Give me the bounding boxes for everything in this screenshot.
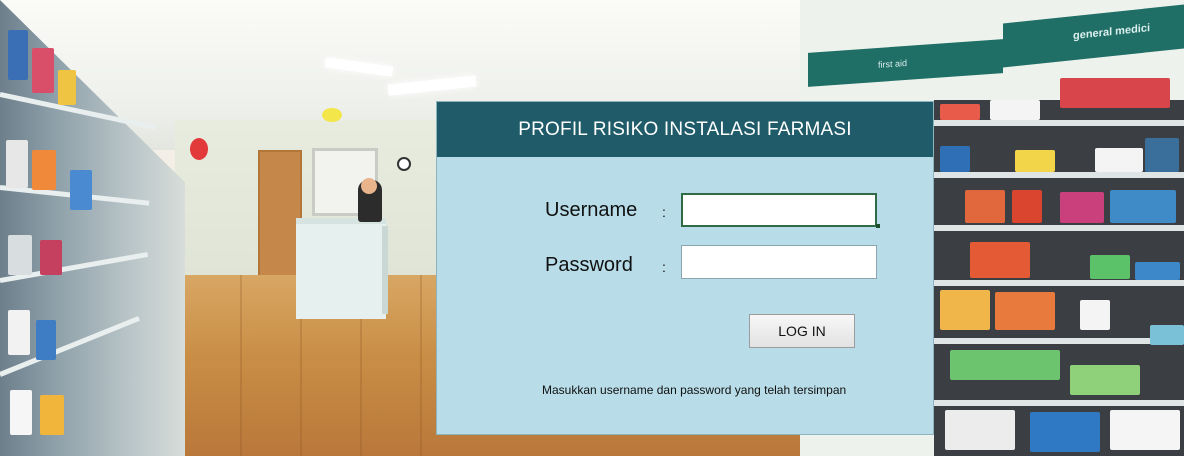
sign-text: general medici bbox=[1073, 22, 1151, 43]
product-box bbox=[36, 320, 56, 360]
sign-text: first aid bbox=[878, 57, 908, 70]
wall-clock-icon bbox=[397, 157, 411, 171]
product-box bbox=[940, 146, 970, 172]
product-box bbox=[40, 240, 62, 275]
product-box bbox=[1110, 190, 1176, 223]
login-hint-text: Masukkan username dan password yang tela… bbox=[542, 383, 847, 397]
yellow-lamp bbox=[322, 108, 342, 122]
shelf-board bbox=[934, 400, 1184, 406]
product-box bbox=[1015, 150, 1055, 172]
shelf-board bbox=[934, 338, 1184, 344]
product-box bbox=[1030, 412, 1100, 452]
product-box bbox=[995, 292, 1055, 330]
pharmacist-head bbox=[361, 178, 377, 194]
shelf-board bbox=[934, 280, 1184, 286]
red-balloon bbox=[190, 138, 208, 160]
product-box bbox=[1070, 365, 1140, 395]
dialog-title: PROFIL RISIKO INSTALASI FARMASI bbox=[437, 102, 933, 157]
shelf-board bbox=[934, 225, 1184, 231]
product-box bbox=[1080, 300, 1110, 330]
product-box bbox=[8, 235, 32, 275]
product-box bbox=[1145, 138, 1179, 172]
product-box bbox=[1110, 410, 1180, 450]
product-box bbox=[58, 70, 76, 105]
product-box bbox=[8, 310, 30, 355]
product-box bbox=[990, 100, 1040, 120]
password-label: Password bbox=[545, 254, 633, 276]
product-box bbox=[970, 242, 1030, 278]
username-label: Username bbox=[545, 199, 638, 221]
product-box bbox=[40, 395, 64, 435]
product-box bbox=[1060, 192, 1104, 223]
password-input[interactable] bbox=[681, 245, 877, 279]
shelf-board bbox=[934, 120, 1184, 126]
product-box bbox=[32, 48, 54, 93]
product-box bbox=[940, 290, 990, 330]
product-box bbox=[1150, 325, 1184, 345]
service-counter-side bbox=[382, 226, 388, 314]
product-box bbox=[70, 170, 92, 210]
product-box bbox=[965, 190, 1005, 223]
product-box bbox=[1090, 255, 1130, 279]
product-box bbox=[950, 350, 1060, 380]
product-box bbox=[32, 150, 56, 190]
product-box bbox=[1095, 148, 1143, 172]
product-box bbox=[1012, 190, 1042, 223]
login-button[interactable]: LOG IN bbox=[749, 314, 855, 348]
product-box bbox=[10, 390, 32, 435]
product-box bbox=[8, 30, 28, 80]
username-colon: : bbox=[662, 204, 666, 220]
username-input[interactable] bbox=[681, 193, 877, 227]
service-counter bbox=[296, 218, 386, 319]
product-box bbox=[6, 140, 28, 188]
shelf-board bbox=[934, 172, 1184, 178]
floor-plank bbox=[240, 275, 242, 456]
focus-indicator bbox=[876, 224, 880, 228]
password-colon: : bbox=[662, 259, 666, 275]
floor-plank bbox=[420, 275, 422, 456]
product-box bbox=[940, 104, 980, 120]
product-box bbox=[1135, 262, 1180, 280]
product-box bbox=[945, 410, 1015, 450]
product-box bbox=[1060, 78, 1170, 108]
